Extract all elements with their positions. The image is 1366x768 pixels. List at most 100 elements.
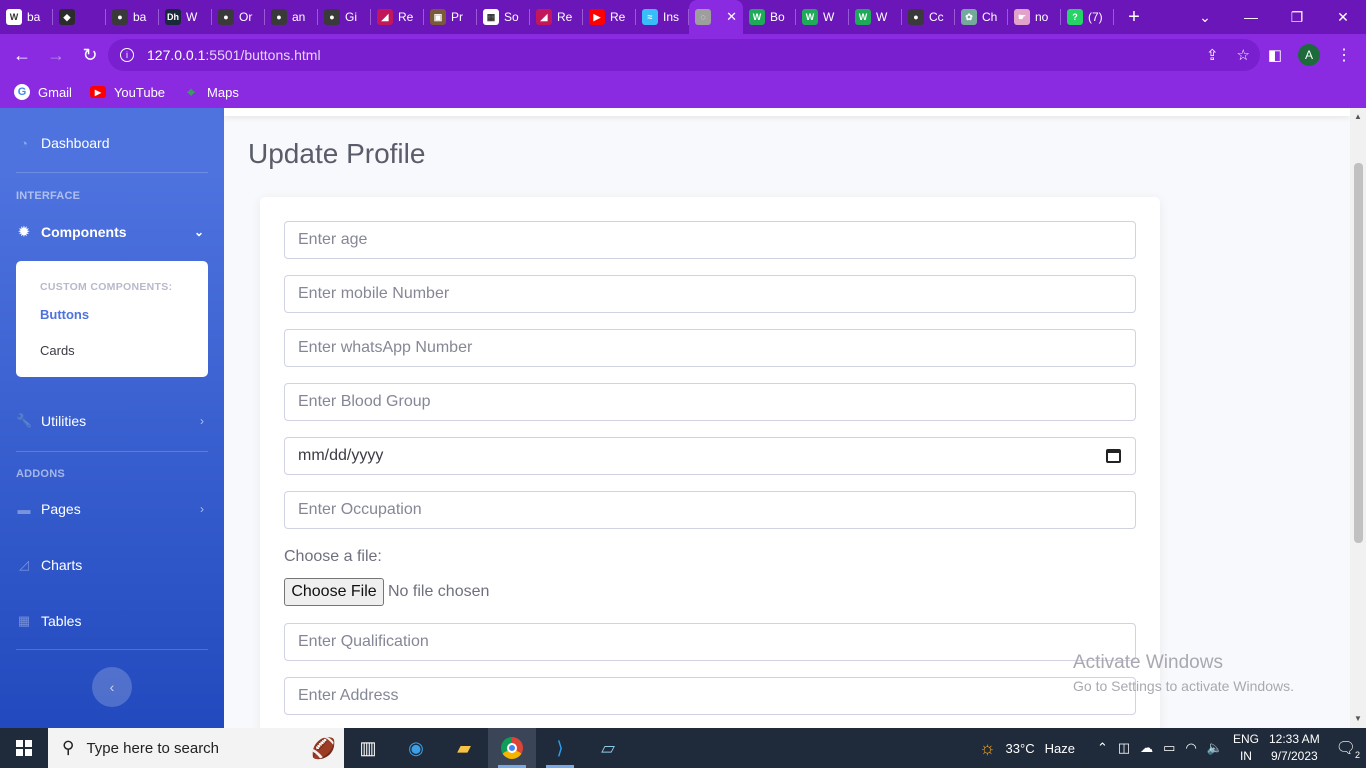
- meet-now-icon[interactable]: ◫: [1118, 740, 1130, 756]
- diamond-icon: ◆: [59, 9, 75, 25]
- profile-avatar[interactable]: A: [1298, 44, 1320, 66]
- browser-tab[interactable]: ☛ no: [1008, 0, 1061, 34]
- bookmark-label: Maps: [207, 84, 239, 100]
- bookmark-gmail[interactable]: G Gmail: [14, 84, 72, 100]
- date-input[interactable]: mm/dd/yyyy: [284, 437, 1136, 475]
- tab-label: Cc: [929, 10, 944, 24]
- clock[interactable]: 12:33 AM 9/7/2023: [1269, 731, 1320, 765]
- sidebar-item-label: Charts: [41, 557, 83, 573]
- sidebar-item-dashboard[interactable]: ◔ Dashboard: [16, 135, 208, 151]
- github-icon: ●: [112, 9, 128, 25]
- forward-icon[interactable]: →: [39, 38, 73, 72]
- browser-tab[interactable]: ▦ So: [477, 0, 530, 34]
- choose-file-button[interactable]: Choose File: [284, 578, 384, 606]
- weather-temp[interactable]: 33°C: [1006, 741, 1035, 756]
- task-view-icon[interactable]: ▥: [344, 728, 392, 768]
- system-tray: ☼ 33°C Haze ⌃ ◫ ☁ ▭ ◠ 🔈 ENG IN 12:33 AM …: [979, 728, 1366, 768]
- sidebar-item-charts[interactable]: ◿ Charts: [16, 557, 208, 573]
- calendar-icon[interactable]: [1106, 449, 1121, 463]
- share-icon[interactable]: ⇪: [1206, 46, 1219, 64]
- browser-tab[interactable]: ● ba: [106, 0, 159, 34]
- scroll-down-icon[interactable]: ▼: [1354, 714, 1362, 723]
- browser-toolbar: ← → ↻ i 127.0.0.1:5501/buttons.html ⇪ ☆: [0, 34, 1366, 76]
- browser-tab[interactable]: ▣ Pr: [424, 0, 477, 34]
- tab-label: Ins: [663, 10, 680, 24]
- start-button[interactable]: [0, 728, 48, 768]
- minimize-button[interactable]: —: [1228, 0, 1274, 34]
- weather-haze-icon: ☼: [979, 737, 996, 758]
- scroll-up-icon[interactable]: ▲: [1354, 112, 1362, 121]
- bookmark-youtube[interactable]: ▶ YouTube: [89, 85, 165, 100]
- close-tab-icon[interactable]: ✕: [726, 9, 737, 25]
- chrome-icon[interactable]: [488, 728, 536, 768]
- volume-icon[interactable]: 🔈: [1207, 740, 1223, 756]
- browser-tab[interactable]: ◆: [53, 0, 106, 34]
- qualification-input[interactable]: [284, 623, 1136, 661]
- browser-tab[interactable]: WW: [796, 0, 849, 34]
- chevron-up-icon[interactable]: ⌃: [1097, 740, 1108, 756]
- tab-label: Re: [610, 10, 626, 24]
- submenu-item-cards[interactable]: Cards: [40, 343, 75, 358]
- browser-tab[interactable]: ◌ ✕: [689, 0, 743, 34]
- occupation-input[interactable]: [284, 491, 1136, 529]
- sidebar-toggle-button[interactable]: ‹: [92, 667, 132, 707]
- side-panel-icon[interactable]: ◧: [1268, 46, 1282, 64]
- back-icon[interactable]: ←: [5, 38, 39, 72]
- address-input[interactable]: [284, 677, 1136, 715]
- browser-tab[interactable]: ✿ Ch: [955, 0, 1008, 34]
- restore-button[interactable]: ❐: [1274, 0, 1320, 34]
- browser-tab[interactable]: ◢ Re: [530, 0, 583, 34]
- sidebar-item-label: Pages: [41, 501, 81, 517]
- browser-tab[interactable]: Wba: [0, 0, 53, 34]
- clock-time: 12:33 AM: [1268, 732, 1320, 746]
- language-indicator[interactable]: ENG IN: [1233, 731, 1259, 765]
- edge-icon[interactable]: ◉: [392, 728, 440, 768]
- browser-tab[interactable]: Dh W: [159, 0, 212, 34]
- taskbar-search[interactable]: ⚲ Type here to search 🏈: [48, 728, 344, 768]
- address-host: 127.0.0.1: [147, 47, 206, 63]
- sidebar-divider: [16, 172, 208, 173]
- new-tab-button[interactable]: +: [1114, 0, 1154, 34]
- menu-kebab-icon[interactable]: ⋮: [1336, 45, 1352, 65]
- page-scrollbar[interactable]: ▲ ▼: [1350, 108, 1366, 728]
- scrollbar-thumb[interactable]: [1354, 163, 1363, 543]
- browser-tab[interactable]: WW: [849, 0, 902, 34]
- sidebar-item-components[interactable]: ✹ Components ⌄: [16, 224, 208, 240]
- tab-search-icon[interactable]: ⌄: [1182, 0, 1228, 34]
- onedrive-icon[interactable]: ☁: [1140, 740, 1153, 756]
- sidebar-item-pages[interactable]: ▬ Pages ›: [16, 501, 208, 517]
- sidebar-divider: [16, 451, 208, 452]
- youtube-icon: ▶: [589, 9, 605, 25]
- browser-tab[interactable]: ● Cc: [902, 0, 955, 34]
- browser-tab[interactable]: W Bo: [743, 0, 796, 34]
- browser-tab[interactable]: ≈ Ins: [636, 0, 689, 34]
- notification-icon[interactable]: 🗨 2: [1336, 738, 1360, 760]
- weather-text[interactable]: Haze: [1045, 741, 1075, 756]
- vscode-icon[interactable]: ⟩: [536, 728, 584, 768]
- battery-icon[interactable]: ▭: [1163, 740, 1175, 756]
- mobile-input[interactable]: [284, 275, 1136, 313]
- browser-tab[interactable]: ◢ Re: [371, 0, 424, 34]
- browser-tab-strip: Wba ◆ ● ba Dh W ● Or ● an ● Gi ◢ Re ▣ Pr ▦ So ◢ Re ▶ Re ≈ Ins ◌ ✕…: [0, 0, 1366, 34]
- browser-tab[interactable]: ▶ Re: [583, 0, 636, 34]
- blood-group-input[interactable]: [284, 383, 1136, 421]
- browser-tab[interactable]: ● Gi: [318, 0, 371, 34]
- date-placeholder: mm/dd/yyyy: [298, 447, 384, 464]
- bookmark-maps[interactable]: ⌖ Maps: [183, 84, 239, 100]
- age-input[interactable]: [284, 221, 1136, 259]
- browser-tab[interactable]: ● Or: [212, 0, 265, 34]
- sidebar-item-tables[interactable]: ▦ Tables: [16, 613, 208, 629]
- reload-icon[interactable]: ↻: [73, 38, 107, 72]
- close-window-button[interactable]: ✕: [1320, 0, 1366, 34]
- site-info-icon[interactable]: i: [120, 48, 134, 62]
- bookmark-star-icon[interactable]: ☆: [1237, 46, 1250, 64]
- notepad-icon[interactable]: ▱: [584, 728, 632, 768]
- browser-tab[interactable]: ? (7): [1061, 0, 1114, 34]
- address-bar[interactable]: i 127.0.0.1:5501/buttons.html ⇪ ☆: [108, 39, 1260, 71]
- whatsapp-input[interactable]: [284, 329, 1136, 367]
- sidebar-item-utilities[interactable]: 🔧 Utilities ›: [16, 413, 208, 429]
- wifi-icon[interactable]: ◠: [1185, 740, 1196, 756]
- file-explorer-icon[interactable]: ▰: [440, 728, 488, 768]
- submenu-item-buttons[interactable]: Buttons: [40, 307, 89, 322]
- browser-tab[interactable]: ● an: [265, 0, 318, 34]
